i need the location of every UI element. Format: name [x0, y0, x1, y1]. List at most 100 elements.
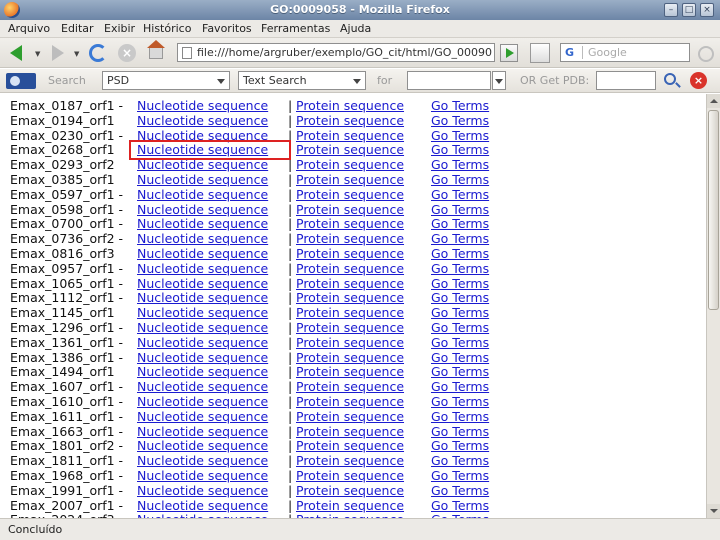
nucleotide-sequence-link[interactable]: Nucleotide sequence	[137, 453, 268, 468]
nucleotide-sequence-link[interactable]: Nucleotide sequence	[137, 231, 268, 246]
go-terms-link[interactable]: Go Terms	[431, 364, 489, 379]
menu-favoritos[interactable]: Favoritos	[202, 22, 252, 35]
go-terms-link[interactable]: Go Terms	[431, 157, 489, 172]
protein-sequence-link[interactable]: Protein sequence	[296, 187, 404, 202]
forward-button[interactable]	[46, 43, 68, 63]
nucleotide-sequence-link[interactable]: Nucleotide sequence	[137, 276, 268, 291]
go-terms-link[interactable]: Go Terms	[431, 394, 489, 409]
home-button[interactable]	[146, 40, 168, 63]
menu-arquivo[interactable]: Arquivo	[8, 22, 50, 35]
menu-ferramentas[interactable]: Ferramentas	[261, 22, 330, 35]
nucleotide-sequence-link[interactable]: Nucleotide sequence	[137, 246, 268, 261]
protein-sequence-link[interactable]: Protein sequence	[296, 216, 404, 231]
nucleotide-sequence-link[interactable]: Nucleotide sequence	[137, 379, 268, 394]
google-engine-icon[interactable]: G	[563, 46, 583, 59]
protein-sequence-link[interactable]: Protein sequence	[296, 231, 404, 246]
go-button[interactable]	[500, 44, 518, 62]
nucleotide-sequence-link[interactable]: Nucleotide sequence	[137, 483, 268, 498]
go-terms-link[interactable]: Go Terms	[431, 187, 489, 202]
menu-editar[interactable]: Editar	[61, 22, 94, 35]
protein-sequence-link[interactable]: Protein sequence	[296, 128, 404, 143]
nucleotide-sequence-link[interactable]: Nucleotide sequence	[137, 438, 268, 453]
nucleotide-sequence-link[interactable]: Nucleotide sequence	[137, 305, 268, 320]
protein-sequence-link[interactable]: Protein sequence	[296, 246, 404, 261]
go-terms-link[interactable]: Go Terms	[431, 216, 489, 231]
nucleotide-sequence-link[interactable]: Nucleotide sequence	[137, 202, 268, 217]
protein-sequence-link[interactable]: Protein sequence	[296, 261, 404, 276]
forward-history-dropdown-icon[interactable]: ▼	[74, 50, 79, 58]
nucleotide-sequence-link[interactable]: Nucleotide sequence	[137, 468, 268, 483]
nucleotide-sequence-link[interactable]: Nucleotide sequence	[137, 172, 268, 187]
go-terms-link[interactable]: Go Terms	[431, 202, 489, 217]
go-terms-link[interactable]: Go Terms	[431, 128, 489, 143]
menu-historico[interactable]: Histórico	[143, 22, 191, 35]
go-terms-link[interactable]: Go Terms	[431, 409, 489, 424]
protein-sequence-link[interactable]: Protein sequence	[296, 424, 404, 439]
protein-sequence-link[interactable]: Protein sequence	[296, 113, 404, 128]
protein-sequence-link[interactable]: Protein sequence	[296, 335, 404, 350]
nucleotide-sequence-link[interactable]: Nucleotide sequence	[137, 216, 268, 231]
go-terms-link[interactable]: Go Terms	[431, 261, 489, 276]
go-terms-link[interactable]: Go Terms	[431, 231, 489, 246]
nucleotide-sequence-link[interactable]: Nucleotide sequence	[137, 335, 268, 350]
scroll-down-icon[interactable]	[707, 504, 720, 518]
protein-sequence-link[interactable]: Protein sequence	[296, 142, 404, 157]
nucleotide-sequence-link[interactable]: Nucleotide sequence	[137, 394, 268, 409]
back-button[interactable]	[6, 43, 28, 63]
protein-sequence-link[interactable]: Protein sequence	[296, 290, 404, 305]
bookmark-page-icon[interactable]	[530, 43, 550, 63]
protein-sequence-link[interactable]: Protein sequence	[296, 157, 404, 172]
protein-sequence-link[interactable]: Protein sequence	[296, 202, 404, 217]
nucleotide-sequence-link[interactable]: Nucleotide sequence	[137, 498, 268, 513]
nucleotide-sequence-link[interactable]: Nucleotide sequence	[137, 290, 268, 305]
menu-ajuda[interactable]: Ajuda	[340, 22, 371, 35]
protein-sequence-link[interactable]: Protein sequence	[296, 453, 404, 468]
protein-sequence-link[interactable]: Protein sequence	[296, 409, 404, 424]
scroll-up-icon[interactable]	[707, 94, 720, 108]
search-term-input[interactable]	[407, 71, 491, 90]
go-terms-link[interactable]: Go Terms	[431, 290, 489, 305]
reload-button[interactable]	[87, 43, 109, 63]
nucleotide-sequence-link[interactable]: Nucleotide sequence	[137, 424, 268, 439]
protein-sequence-link[interactable]: Protein sequence	[296, 320, 404, 335]
nucleotide-sequence-link[interactable]: Nucleotide sequence	[137, 364, 268, 379]
go-terms-link[interactable]: Go Terms	[431, 276, 489, 291]
close-window-button[interactable]: ×	[700, 3, 714, 17]
nucleotide-sequence-link[interactable]: Nucleotide sequence	[137, 187, 268, 202]
nucleotide-sequence-link[interactable]: Nucleotide sequence	[137, 320, 268, 335]
go-terms-link[interactable]: Go Terms	[431, 424, 489, 439]
minimize-button[interactable]: –	[664, 3, 678, 17]
protein-sequence-link[interactable]: Protein sequence	[296, 438, 404, 453]
go-terms-link[interactable]: Go Terms	[431, 379, 489, 394]
go-terms-link[interactable]: Go Terms	[431, 142, 489, 157]
nucleotide-sequence-link[interactable]: Nucleotide sequence	[137, 409, 268, 424]
go-terms-link[interactable]: Go Terms	[431, 113, 489, 128]
protein-sequence-link[interactable]: Protein sequence	[296, 364, 404, 379]
web-search-box[interactable]: G Google	[560, 43, 690, 62]
address-bar[interactable]: file:///home/argruber/exemplo/GO_cit/htm…	[177, 43, 495, 62]
protein-sequence-link[interactable]: Protein sequence	[296, 394, 404, 409]
close-toolbar-icon[interactable]: ×	[690, 72, 707, 89]
site-logo-icon[interactable]	[6, 73, 36, 89]
protein-sequence-link[interactable]: Protein sequence	[296, 98, 404, 113]
url-text[interactable]: file:///home/argruber/exemplo/GO_cit/htm…	[197, 46, 492, 59]
pdb-id-input[interactable]	[596, 71, 656, 90]
go-terms-link[interactable]: Go Terms	[431, 350, 489, 365]
nucleotide-sequence-link[interactable]: Nucleotide sequence	[137, 98, 268, 113]
nucleotide-sequence-link[interactable]: Nucleotide sequence	[137, 261, 268, 276]
scroll-thumb[interactable]	[708, 110, 719, 310]
protein-sequence-link[interactable]: Protein sequence	[296, 276, 404, 291]
vertical-scrollbar[interactable]	[706, 94, 720, 518]
maximize-button[interactable]: □	[682, 3, 696, 17]
protein-sequence-link[interactable]: Protein sequence	[296, 468, 404, 483]
go-terms-link[interactable]: Go Terms	[431, 98, 489, 113]
go-terms-link[interactable]: Go Terms	[431, 305, 489, 320]
protein-sequence-link[interactable]: Protein sequence	[296, 350, 404, 365]
search-mode-select[interactable]: Text Search	[238, 71, 366, 90]
search-history-dropdown[interactable]	[492, 71, 506, 90]
go-terms-link[interactable]: Go Terms	[431, 468, 489, 483]
nucleotide-sequence-link[interactable]: Nucleotide sequence	[137, 113, 268, 128]
stop-button[interactable]: ×	[116, 43, 138, 63]
go-terms-link[interactable]: Go Terms	[431, 438, 489, 453]
protein-sequence-link[interactable]: Protein sequence	[296, 483, 404, 498]
